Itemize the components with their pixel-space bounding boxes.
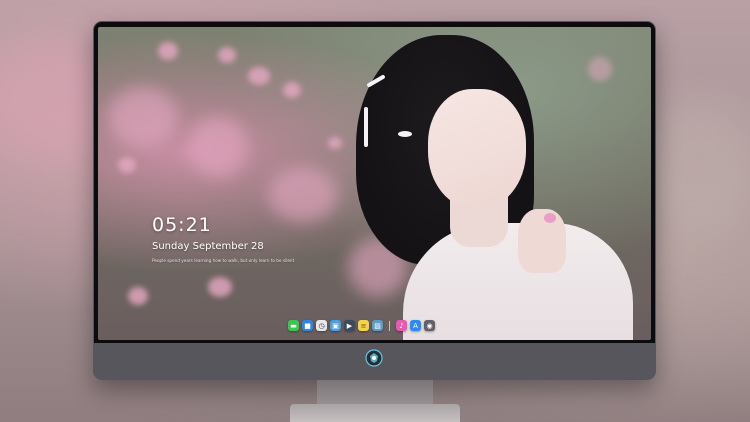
background-blossom-blur	[640, 100, 750, 240]
blossom	[588, 57, 612, 81]
notes-icon[interactable]: ≡	[358, 320, 369, 331]
blossom	[108, 87, 178, 147]
camera-icon[interactable]: ◉	[424, 320, 435, 331]
hair-ornament	[398, 131, 412, 137]
lock-screen[interactable]: 05:21 Sunday September 28 People spend y…	[98, 27, 651, 340]
blossom	[188, 117, 248, 177]
blossom	[118, 157, 136, 173]
blossom	[248, 67, 270, 85]
clock-time: 05:21	[152, 214, 212, 236]
app-store-icon[interactable]: A	[410, 320, 421, 331]
music-icon[interactable]: ♪	[396, 320, 407, 331]
gallery-icon[interactable]: ▨	[372, 320, 383, 331]
blossom	[208, 277, 232, 297]
blossom	[268, 167, 338, 222]
woman-hand	[518, 209, 566, 273]
logo-badge-icon	[365, 349, 383, 367]
blossom-held	[544, 213, 556, 223]
photos-icon[interactable]: ▣	[330, 320, 341, 331]
blossom	[283, 82, 301, 98]
dock-separator	[389, 320, 390, 331]
blossom	[328, 137, 342, 149]
clock-icon[interactable]: ◷	[316, 320, 327, 331]
blossom	[218, 47, 236, 63]
woman-face	[428, 89, 526, 209]
files-icon[interactable]: ■	[302, 320, 313, 331]
clock-date: Sunday September 28	[152, 241, 264, 252]
lock-caption: People spend years learning how to walk,…	[152, 258, 295, 263]
monitor-bezel: 05:21 Sunday September 28 People spend y…	[94, 22, 655, 343]
video-icon[interactable]: ▶	[344, 320, 355, 331]
blossom	[158, 42, 178, 60]
hair-ornament	[364, 107, 368, 147]
monitor-stand-base	[290, 404, 460, 422]
monitor: 05:21 Sunday September 28 People spend y…	[93, 21, 656, 380]
blossom	[128, 287, 148, 305]
messages-icon[interactable]: ▬	[288, 320, 299, 331]
dock: ▬ ■ ◷ ▣ ▶ ≡ ▨ ♪ A ◉	[285, 318, 438, 333]
